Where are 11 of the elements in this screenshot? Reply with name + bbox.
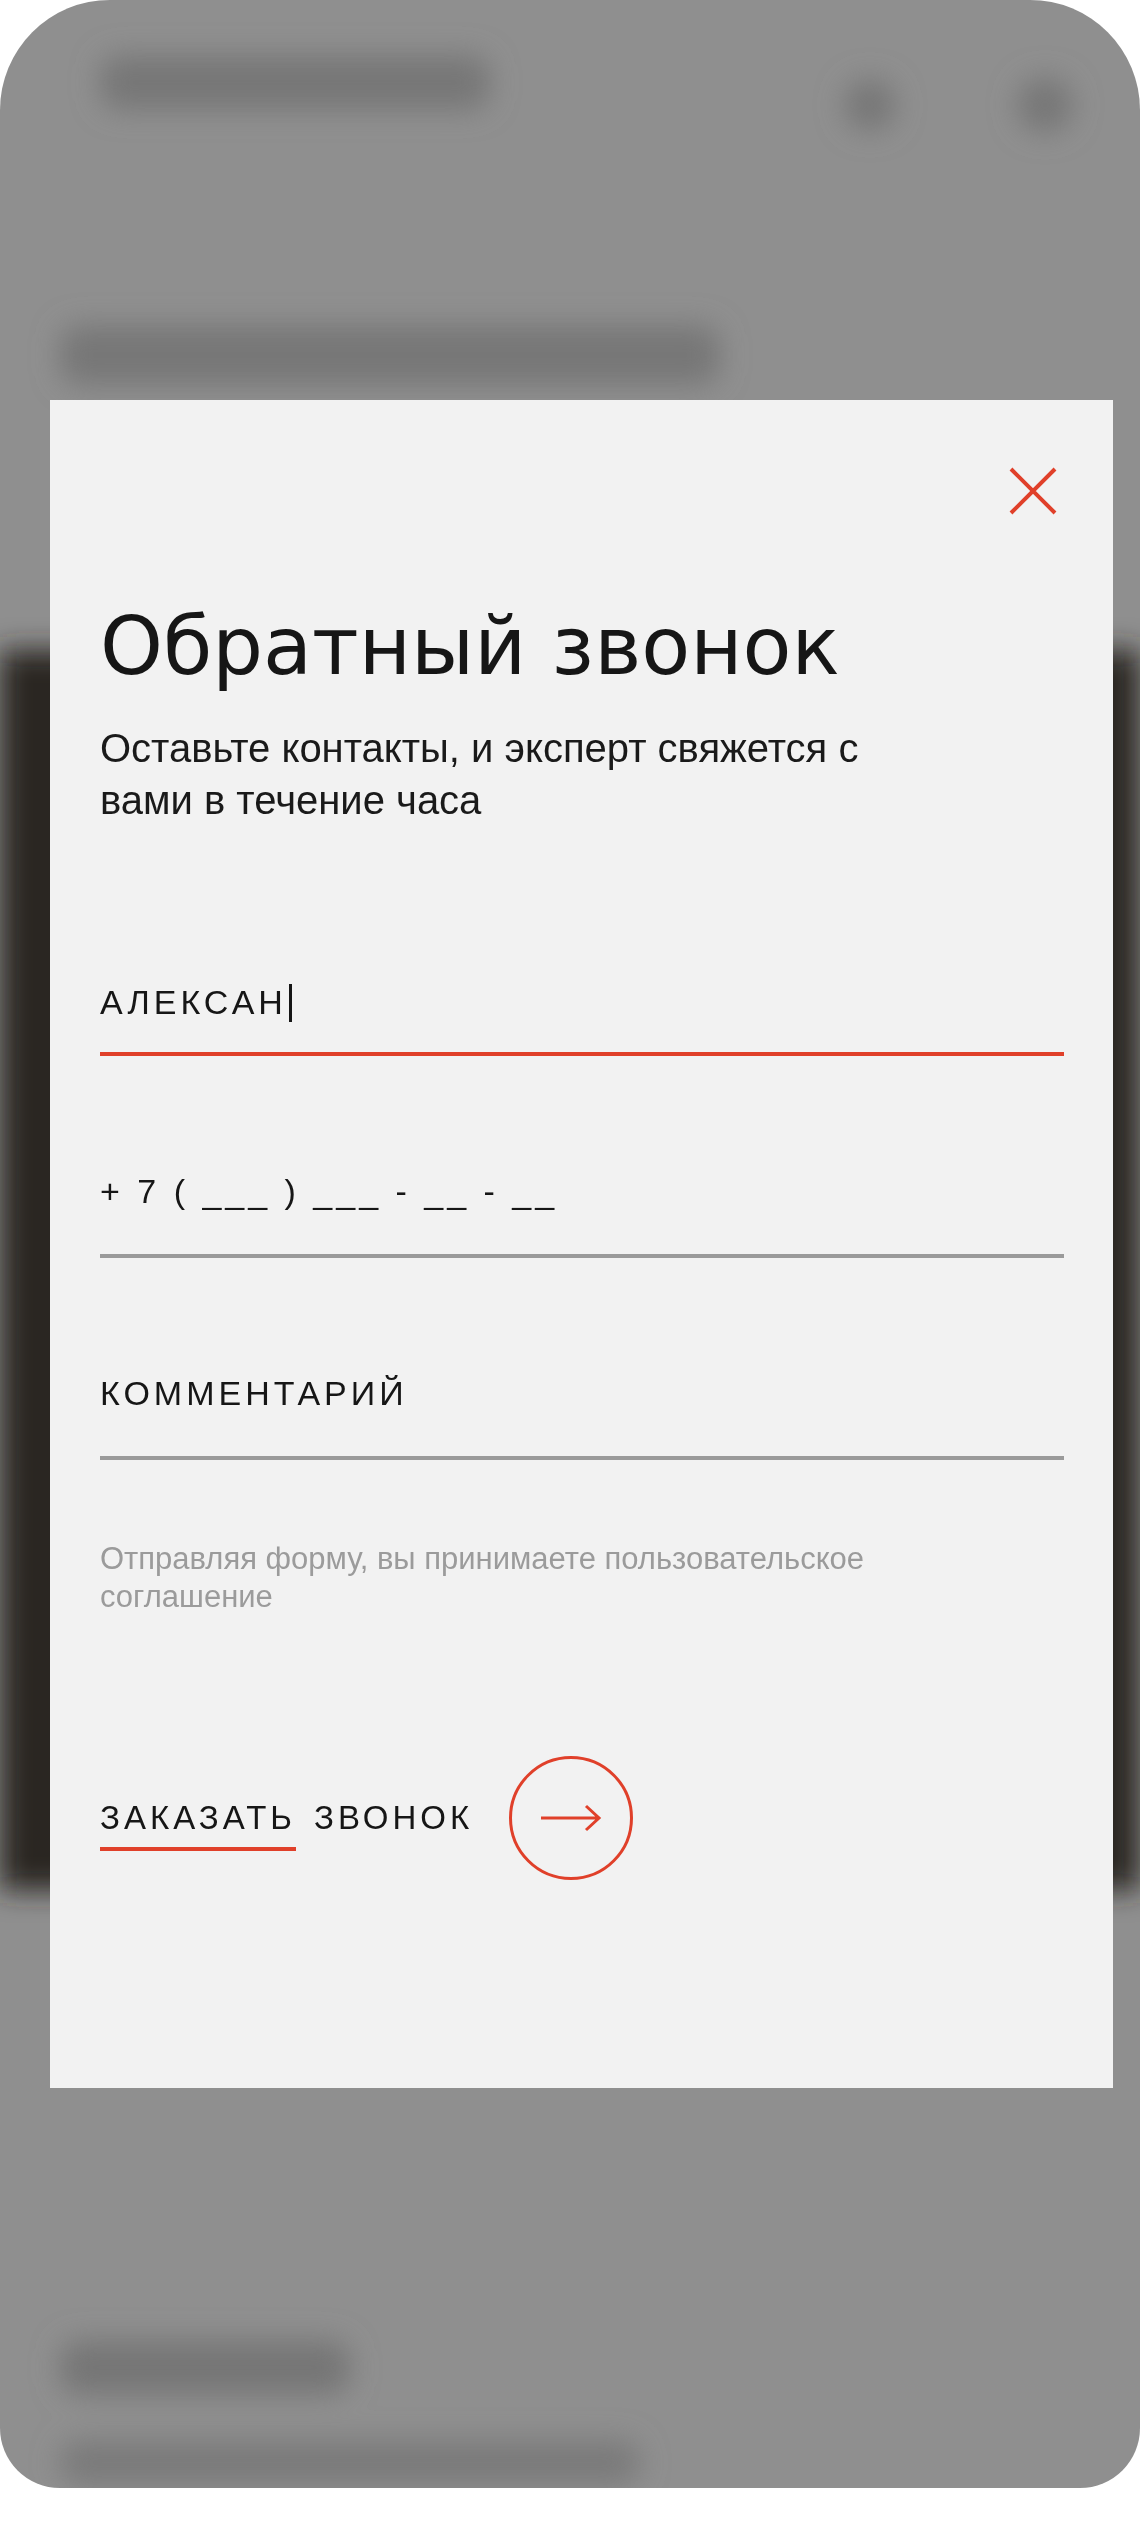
arrow-right-icon [539, 1803, 604, 1833]
close-icon [1007, 465, 1059, 517]
submit-button[interactable]: ЗАКАЗАТЬ ЗВОНОК [100, 1785, 474, 1851]
close-button[interactable] [1007, 465, 1059, 517]
input-field[interactable]: + 7 ( ___ ) ___ - __ - __ [100, 1158, 1064, 1258]
dialog-subtitle: Оставьте контакты, и эксперт свяжется с вами в течение часа [100, 725, 860, 824]
consent-note: Отправляя форму, вы принимаете пользовательское соглашение [100, 1540, 866, 1616]
input-field[interactable]: АЛЕКСАН [100, 956, 1064, 1056]
dialog-title: Обратный звонок [100, 602, 841, 692]
input-field[interactable]: КОММЕНТАРИЙ [100, 1360, 1064, 1460]
arrow-button[interactable] [509, 1756, 634, 1880]
